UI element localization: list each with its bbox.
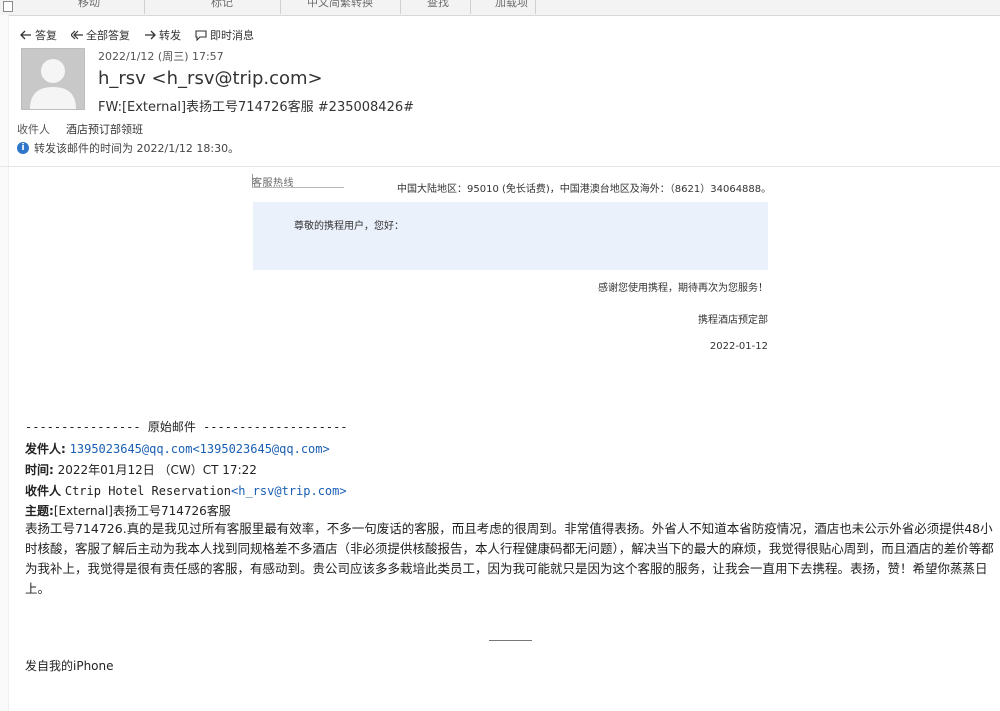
original-from-row: 发件人: 1395023645@qq.com<1395023645@qq.com…: [25, 440, 330, 457]
original-subject-label: 主题:: [25, 504, 54, 518]
info-bar: i 转发该邮件的时间为 2022/1/12 18:30。: [17, 140, 239, 156]
sender-avatar: [21, 48, 85, 110]
original-to-name: Ctrip Hotel Reservation: [64, 484, 232, 498]
forward-icon: [145, 30, 156, 40]
message-actions: 答复 全部答复 转发 即时消息: [20, 27, 254, 43]
ribbon-tab-chinese-conversion[interactable]: 中文简繁转换: [307, 0, 373, 10]
info-text: 转发该邮件的时间为 2022/1/12 18:30。: [34, 142, 240, 155]
original-to-row: 收件人 Ctrip Hotel Reservation<h_rsv@trip.c…: [25, 482, 347, 499]
message-sender[interactable]: h_rsv <h_rsv@trip.com>: [98, 68, 323, 89]
content-fragment-line: [252, 187, 344, 188]
page-icon[interactable]: [3, 1, 13, 12]
instant-message-button[interactable]: 即时消息: [195, 27, 254, 43]
department-text: 携程酒店预定部: [698, 315, 768, 326]
original-body-text: 表扬工号714726.真的是我见过所有客服里最有效率，不多一句废话的客服，而且考…: [25, 521, 994, 596]
recipients-row: 收件人 酒店预订部领班: [17, 121, 143, 137]
chat-icon: [195, 30, 207, 41]
ribbon-strip: 移动 标记 中文简繁转换 查找 加载项: [0, 0, 1000, 16]
signature-divider: [489, 640, 532, 641]
original-from-link[interactable]: 1395023645@qq.com<1395023645@qq.com>: [70, 442, 330, 456]
ribbon-separator: [144, 0, 145, 14]
reply-button[interactable]: 答复: [20, 27, 57, 43]
original-to-link[interactable]: <h_rsv@trip.com>: [231, 484, 347, 498]
original-time-value: 2022年01月12日 （CW）CT 17:22: [57, 463, 257, 477]
reply-all-button[interactable]: 全部答复: [71, 27, 130, 43]
original-time-row: 时间: 2022年01月12日 （CW）CT 17:22: [25, 461, 257, 478]
info-icon: i: [17, 142, 29, 154]
body-date: 2022-01-12: [709, 341, 768, 352]
ribbon-separator: [470, 0, 471, 14]
ribbon-tab-addins[interactable]: 加载项: [495, 0, 528, 10]
person-icon: [30, 59, 76, 109]
message-subject: FW:[External]表扬工号714726客服 #235008426#: [98, 100, 415, 115]
reply-all-icon: [71, 30, 83, 40]
forward-button[interactable]: 转发: [144, 27, 181, 43]
reply-all-label: 全部答复: [86, 29, 130, 42]
ribbon-separator: [400, 0, 401, 14]
reply-icon: [20, 30, 31, 40]
instant-message-label: 即时消息: [210, 29, 254, 42]
original-to-label: 收件人: [25, 484, 62, 498]
original-subject-value: [External]表扬工号714726客服: [53, 504, 231, 518]
ribbon-separator: [535, 0, 536, 14]
to-label: 收件人: [17, 123, 50, 136]
original-from-label: 发件人:: [25, 442, 66, 456]
greeting-text: 尊敬的携程用户，您好：: [294, 221, 404, 232]
original-subject-row: 主题:[External]表扬工号714726客服: [25, 502, 231, 519]
left-edge: [0, 15, 9, 711]
greeting-box: [253, 202, 768, 270]
original-time-label: 时间:: [25, 463, 54, 477]
ribbon-tab-find[interactable]: 查找: [427, 0, 449, 10]
ribbon-tab-tags[interactable]: 标记: [211, 0, 233, 10]
hotline-text: 中国大陆地区：95010 (免长话费)，中国港澳台地区及海外：（8621）340…: [397, 184, 772, 195]
forward-label: 转发: [159, 29, 181, 42]
ribbon-tab-move[interactable]: 移动: [78, 0, 100, 10]
to-value[interactable]: 酒店预订部领班: [66, 121, 143, 137]
message-date: 2022/1/12 (周三) 17:57: [98, 50, 224, 63]
signature-text: 发自我的iPhone: [25, 659, 114, 673]
ribbon-separator: [280, 0, 281, 14]
header-divider: [0, 166, 1000, 167]
original-message-separator: ---------------- 原始邮件 ------------------…: [25, 420, 348, 434]
thanks-text: 感谢您使用携程，期待再次为您服务！: [598, 283, 768, 294]
reply-label: 答复: [35, 29, 57, 42]
